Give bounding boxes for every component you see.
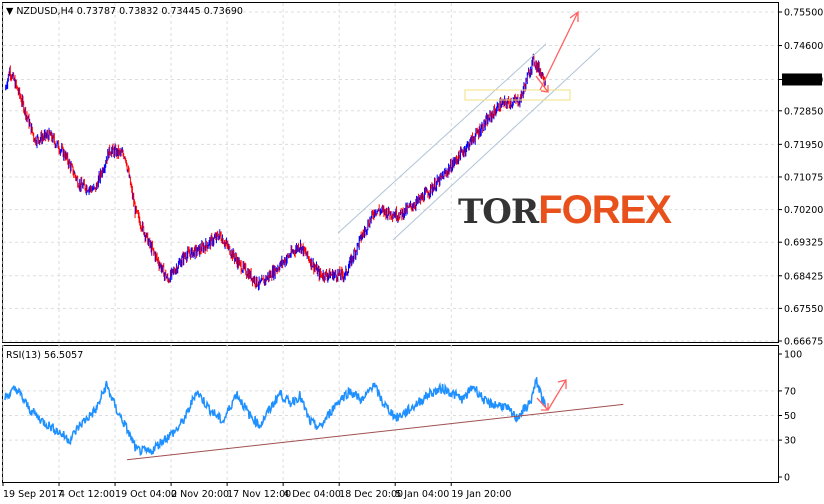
x-tick-label: 17 Nov 12:00 [227, 489, 291, 500]
x-tick-label: 19 Sep 2017 [3, 489, 63, 500]
y-tick-label: 0.66675 [784, 337, 823, 348]
chart-window: 0.75500 0.74600 0.73690 0.72850 0.71950 0.710… [0, 0, 824, 504]
rsi-tick-label: 70 [784, 386, 796, 397]
y-tick-label: 0.70200 [784, 205, 823, 216]
price-panel-frame [2, 2, 779, 343]
rsi-tick-label: 50 [784, 411, 796, 422]
y-tick-label: 0.71950 [784, 140, 823, 151]
chart-svg: 0.75500 0.74600 0.73690 0.72850 0.71950 0.710… [2, 2, 823, 500]
x-tick-label: 19 Oct 04:00 [115, 489, 177, 500]
x-tick-label: 19 Jan 20:00 [451, 489, 511, 500]
x-tick-label: 4 Dec 04:00 [283, 489, 341, 500]
rsi-tick-label: 30 [784, 436, 796, 447]
x-tick-label: 4 Oct 12:00 [59, 489, 115, 500]
candles [5, 53, 546, 291]
y-tick-label: 0.74600 [784, 41, 823, 52]
y-tick-label: 0.69325 [784, 238, 823, 249]
x-tick-label: 5 Jan 04:00 [395, 489, 449, 500]
up-arrow [539, 10, 579, 91]
logo-tor: TOR [458, 192, 539, 232]
rsi-trendline [127, 403, 624, 461]
y-tick-label: 0.72850 [784, 106, 823, 117]
y-tick-label: 0.68425 [784, 271, 823, 282]
logo: TORFOREX [458, 188, 672, 238]
rsi-title: RSI(13) 56.5057 [6, 350, 83, 361]
x-tick-label: 18 Dec 20:00 [339, 489, 403, 500]
y-tick-label: 0.67550 [784, 304, 823, 315]
logo-forex: FOREX [538, 188, 672, 232]
y-tick-label: 0.75500 [784, 8, 823, 19]
x-tick-label: 2 Nov 20:00 [171, 489, 229, 500]
y-tick-label: 0.71075 [784, 172, 823, 183]
rsi-up-arrow [547, 379, 567, 411]
rsi-tick-label: 100 [784, 350, 802, 361]
y-tick-label: 0.73690 [784, 75, 823, 86]
rsi-tick-label: 0 [784, 473, 790, 484]
symbol-header: ▼ NZDUSD,H4 0.73787 0.73832 0.73445 0.73… [6, 6, 243, 17]
